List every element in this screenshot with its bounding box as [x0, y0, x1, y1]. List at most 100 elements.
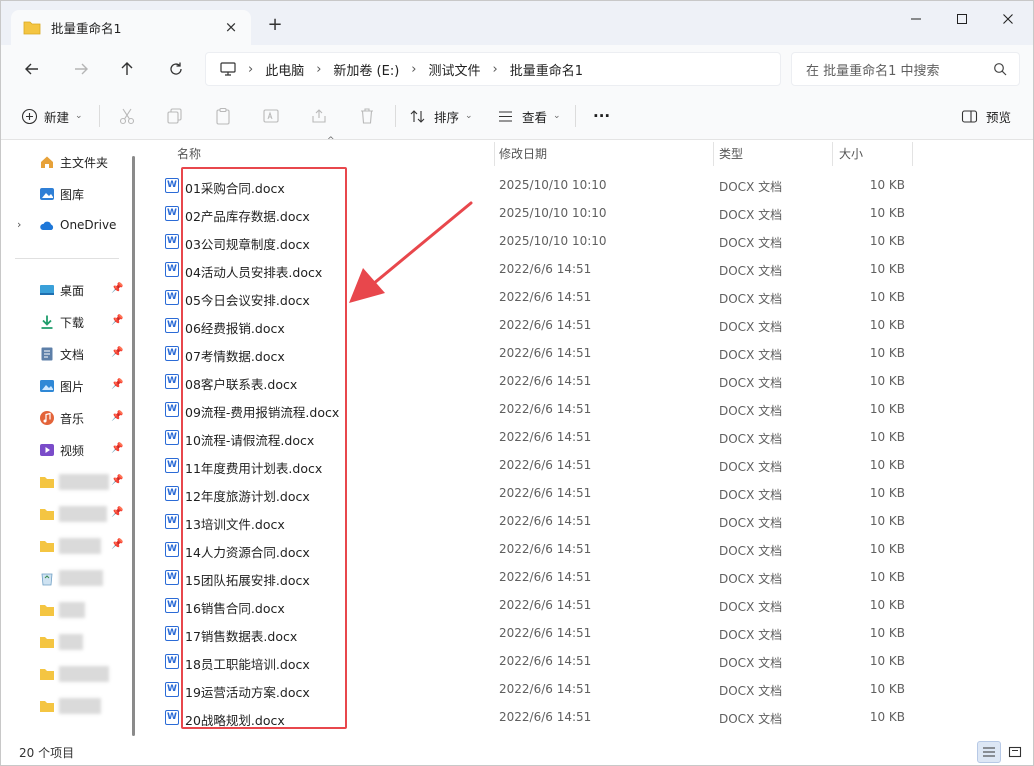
sidebar-item-home[interactable]: 主文件夹 [1, 148, 129, 176]
file-row[interactable]: W 18员工职能培训.docx 2022/6/6 14:51 DOCX 文档 10 KB [139, 647, 1033, 675]
back-button[interactable] [20, 57, 44, 81]
file-name: 09流程-费用报销流程.docx [185, 405, 340, 420]
close-tab-icon[interactable]: × [223, 19, 239, 35]
minimize-button[interactable] [895, 9, 937, 29]
maximize-button[interactable] [941, 9, 983, 29]
file-date: 2022/6/6 14:51 [499, 514, 592, 528]
breadcrumb-test-folder[interactable]: 测试文件 [429, 60, 481, 79]
share-icon[interactable] [310, 107, 328, 125]
new-button[interactable]: 新建 ⌄ [21, 103, 83, 129]
sidebar-item-label: 图库 [60, 188, 85, 202]
file-row[interactable]: W 07考情数据.docx 2022/6/6 14:51 DOCX 文档 10 KB [139, 339, 1033, 367]
file-row[interactable]: W 08客户联系表.docx 2022/6/6 14:51 DOCX 文档 10 KB [139, 367, 1033, 395]
sidebar-item-gallery[interactable]: 图库 [1, 180, 129, 208]
sidebar-item-redacted[interactable]: 📌 [1, 532, 129, 560]
column-header-size[interactable]: 大小 [839, 140, 863, 166]
home-icon [41, 156, 53, 168]
search-placeholder: 在 批量重命名1 中搜索 [806, 63, 940, 79]
file-row[interactable]: W 20战略规划.docx 2022/6/6 14:51 DOCX 文档 10 KB [139, 703, 1033, 731]
file-row[interactable]: W 15团队拓展安排.docx 2022/6/6 14:51 DOCX 文档 10 KB [139, 563, 1033, 591]
refresh-button[interactable] [164, 57, 188, 81]
sidebar-item-pictures[interactable]: 图片 📌 [1, 372, 129, 400]
file-date: 2022/6/6 14:51 [499, 486, 592, 500]
word-document-icon: W [165, 346, 179, 361]
tab-active[interactable]: 批量重命名1 × [11, 10, 251, 45]
file-name: 17销售数据表.docx [185, 629, 298, 644]
arrow-left-icon [25, 63, 38, 75]
file-row[interactable]: W 02产品库存数据.docx 2025/10/10 10:10 DOCX 文档 10 … [139, 199, 1033, 227]
sidebar-item-label: 文档 [60, 348, 85, 362]
sidebar-item-onedrive[interactable]: › OneDrive [1, 212, 129, 240]
sort-button[interactable]: 排序 ⌄ [409, 103, 473, 129]
delete-icon[interactable] [358, 107, 376, 125]
folder-icon [40, 701, 54, 712]
sidebar-item-redacted[interactable] [1, 564, 129, 592]
arrow-up-icon [121, 62, 133, 75]
sidebar-item-music[interactable]: 音乐 📌 [1, 404, 129, 432]
file-row[interactable]: W 17销售数据表.docx 2022/6/6 14:51 DOCX 文档 10 KB [139, 619, 1033, 647]
file-row[interactable]: W 01采购合同.docx 2025/10/10 10:10 DOCX 文档 10 KB [139, 171, 1033, 199]
column-header-name[interactable]: 名称 [177, 140, 201, 166]
column-divider[interactable] [832, 142, 833, 166]
file-size: 10 KB [869, 206, 905, 220]
file-row[interactable]: W 10流程-请假流程.docx 2022/6/6 14:51 DOCX 文档 10 K… [139, 423, 1033, 451]
toolbar-divider [99, 105, 100, 127]
new-tab-button[interactable]: + [265, 15, 285, 35]
address-bar[interactable]: › 此电脑 › 新加卷 (E:) › 测试文件 › 批量重命名1 [205, 52, 781, 86]
details-view-button[interactable] [977, 741, 1001, 763]
up-button[interactable] [115, 57, 139, 81]
file-row[interactable]: W 06经费报销.docx 2022/6/6 14:51 DOCX 文档 10 KB [139, 311, 1033, 339]
tiles-view-button[interactable] [1003, 741, 1027, 763]
sidebar-scrollbar[interactable] [132, 156, 135, 736]
search-icon[interactable] [993, 62, 1007, 76]
file-type: DOCX 文档 [719, 600, 783, 614]
view-button[interactable]: 查看 ⌄ [497, 103, 561, 129]
redacted-label [59, 602, 85, 618]
file-row[interactable]: W 04活动人员安排表.docx 2022/6/6 14:51 DOCX 文档 10 K… [139, 255, 1033, 283]
paste-icon[interactable] [214, 107, 232, 125]
sidebar-item-downloads[interactable]: 下载 📌 [1, 308, 129, 336]
rename-icon[interactable] [262, 107, 280, 125]
file-row[interactable]: W 05今日会议安排.docx 2022/6/6 14:51 DOCX 文档 10 KB [139, 283, 1033, 311]
file-row[interactable]: W 13培训文件.docx 2022/6/6 14:51 DOCX 文档 10 KB [139, 507, 1033, 535]
sidebar-item-desktop[interactable]: 桌面 📌 [1, 276, 129, 304]
toolbar-divider [395, 105, 396, 127]
search-input[interactable]: 在 批量重命名1 中搜索 [791, 52, 1020, 86]
sidebar-item-videos[interactable]: 视频 📌 [1, 436, 129, 464]
chevron-right-icon[interactable]: › [17, 218, 21, 231]
file-row[interactable]: W 12年度旅游计划.docx 2022/6/6 14:51 DOCX 文档 10 KB [139, 479, 1033, 507]
download-icon [41, 315, 53, 329]
more-options-button[interactable]: ··· [593, 103, 610, 129]
cut-icon[interactable] [118, 107, 136, 125]
file-row[interactable]: W 09流程-费用报销流程.docx 2022/6/6 14:51 DOCX 文档 10… [139, 395, 1033, 423]
file-row[interactable]: W 11年度费用计划表.docx 2022/6/6 14:51 DOCX 文档 10 K… [139, 451, 1033, 479]
sidebar-item-redacted[interactable] [1, 692, 129, 720]
sidebar-item-redacted[interactable] [1, 628, 129, 656]
forward-button[interactable] [69, 57, 93, 81]
breadcrumb-drive-e[interactable]: 新加卷 (E:) [333, 60, 399, 79]
column-divider[interactable] [912, 142, 913, 166]
sidebar-item-redacted[interactable] [1, 596, 129, 624]
music-icon [40, 411, 54, 425]
file-row[interactable]: W 03公司规章制度.docx 2025/10/10 10:10 DOCX 文档 10 … [139, 227, 1033, 255]
sidebar-item-redacted[interactable]: 📌 [1, 468, 129, 496]
word-document-icon: W [165, 514, 179, 529]
column-divider[interactable] [713, 142, 714, 166]
file-size: 10 KB [869, 290, 905, 304]
file-row[interactable]: W 16销售合同.docx 2022/6/6 14:51 DOCX 文档 10 KB [139, 591, 1033, 619]
sidebar-item-redacted[interactable] [1, 660, 129, 688]
file-size: 10 KB [869, 514, 905, 528]
breadcrumb-this-pc[interactable]: 此电脑 [265, 60, 304, 79]
column-header-date[interactable]: 修改日期 [499, 140, 547, 166]
column-header-type[interactable]: 类型 [719, 140, 743, 166]
file-row[interactable]: W 14人力资源合同.docx 2022/6/6 14:51 DOCX 文档 10 KB [139, 535, 1033, 563]
sidebar-item-redacted[interactable]: 📌 [1, 500, 129, 528]
preview-pane-button[interactable]: 预览 [961, 103, 1011, 129]
close-window-button[interactable] [987, 9, 1029, 29]
copy-icon[interactable] [166, 107, 184, 125]
column-divider[interactable] [494, 142, 495, 166]
file-type: DOCX 文档 [719, 432, 783, 446]
file-row[interactable]: W 19运营活动方案.docx 2022/6/6 14:51 DOCX 文档 10 KB [139, 675, 1033, 703]
breadcrumb-current-folder[interactable]: 批量重命名1 [510, 60, 583, 79]
sidebar-item-documents[interactable]: 文档 📌 [1, 340, 129, 368]
